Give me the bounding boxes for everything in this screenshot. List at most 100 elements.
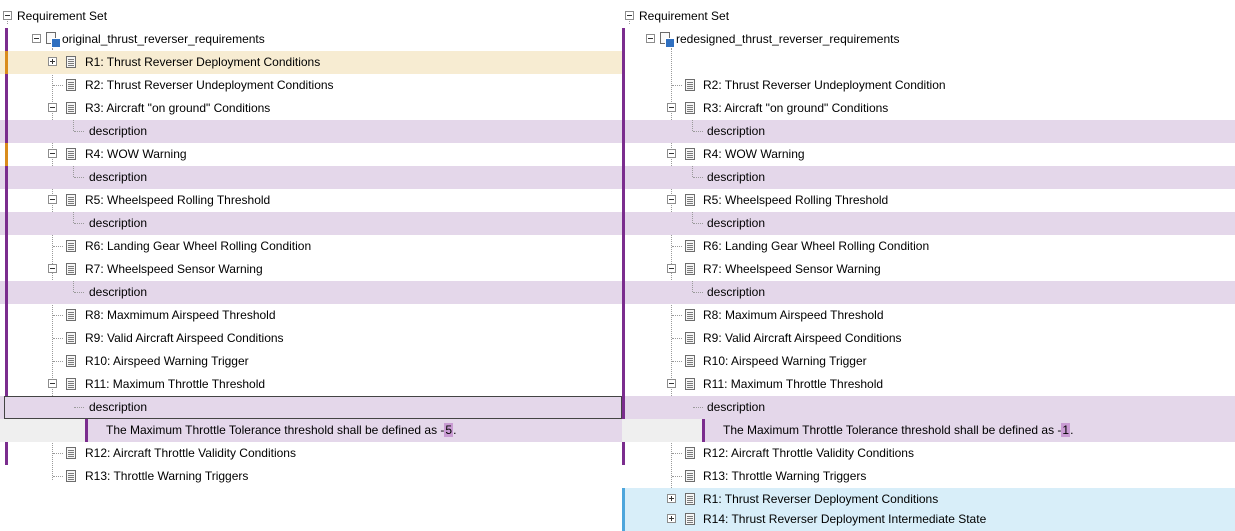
tree-connector: [53, 246, 63, 247]
description-detail-row[interactable]: The Maximum Throttle Tolerance threshold…: [622, 419, 1235, 442]
requirement-row-r10[interactable]: R10: Airspeed Warning Trigger: [622, 350, 1235, 373]
description-row[interactable]: description: [622, 281, 1235, 304]
description-row[interactable]: description: [0, 281, 622, 304]
collapse-icon[interactable]: [48, 379, 57, 388]
requirement-icon: [685, 332, 695, 344]
description-row[interactable]: description: [0, 166, 622, 189]
collapse-icon[interactable]: [48, 149, 57, 158]
requirement-set-icon: [660, 32, 675, 48]
requirement-row-r14[interactable]: R14: Thrust Reverser Deployment Intermed…: [622, 508, 1235, 531]
tree-row-requirement-set[interactable]: original_thrust_reverser_requirements: [0, 28, 622, 51]
requirement-row-r11[interactable]: R11: Maximum Throttle Threshold: [622, 373, 1235, 396]
tree-connector: [692, 166, 693, 177]
description-label: description: [89, 170, 148, 184]
description-row[interactable]: description: [622, 212, 1235, 235]
change-marker: [622, 281, 625, 304]
collapse-icon[interactable]: [646, 34, 655, 43]
requirement-row-r3[interactable]: R3: Aircraft "on ground" Conditions: [0, 97, 622, 120]
description-row[interactable]: description: [0, 212, 622, 235]
collapse-icon[interactable]: [48, 103, 57, 112]
requirement-row-r5[interactable]: R5: Wheelspeed Rolling Threshold: [0, 189, 622, 212]
requirement-row-r13[interactable]: R13: Throttle Warning Triggers: [622, 465, 1235, 488]
tree-connector: [74, 177, 84, 178]
requirement-label: R11: Maximum Throttle Threshold: [703, 377, 884, 391]
requirement-icon: [66, 355, 76, 367]
requirement-icon: [66, 470, 76, 482]
description-row[interactable]: description: [622, 120, 1235, 143]
requirement-row-r12[interactable]: R12: Aircraft Throttle Validity Conditio…: [622, 442, 1235, 465]
description-label: description: [707, 216, 766, 230]
requirement-row-r13[interactable]: R13: Throttle Warning Triggers: [0, 465, 622, 488]
tree-connector: [692, 120, 693, 131]
requirement-label: R5: Wheelspeed Rolling Threshold: [703, 193, 889, 207]
tree-connector: [693, 131, 703, 132]
description-detail-row[interactable]: The Maximum Throttle Tolerance threshold…: [0, 419, 622, 442]
requirement-row-r2[interactable]: R2: Thrust Reverser Undeployment Conditi…: [622, 74, 1235, 97]
tree-connector: [53, 315, 63, 316]
requirement-icon: [66, 56, 76, 68]
requirement-set-icon: [46, 32, 61, 48]
change-marker: [5, 373, 8, 396]
collapse-icon[interactable]: [48, 195, 57, 204]
requirement-row-r1[interactable]: R1: Thrust Reverser Deployment Condition…: [0, 51, 622, 74]
requirement-row-r6[interactable]: R6: Landing Gear Wheel Rolling Condition: [622, 235, 1235, 258]
requirement-label: R13: Throttle Warning Triggers: [85, 469, 249, 483]
collapse-icon[interactable]: [625, 11, 634, 20]
tree-row-root[interactable]: Requirement Set: [622, 5, 1235, 28]
requirement-icon: [685, 378, 695, 390]
requirement-row-r8[interactable]: R8: Maximum Airspeed Threshold: [622, 304, 1235, 327]
collapse-icon[interactable]: [32, 34, 41, 43]
requirement-row-r7[interactable]: R7: Wheelspeed Sensor Warning: [622, 258, 1235, 281]
change-marker: [622, 235, 625, 258]
requirement-row-r10[interactable]: R10: Airspeed Warning Trigger: [0, 350, 622, 373]
requirement-row-r12[interactable]: R12: Aircraft Throttle Validity Conditio…: [0, 442, 622, 465]
collapse-icon[interactable]: [48, 264, 57, 273]
tree-connector: [74, 292, 84, 293]
requirement-icon: [685, 447, 695, 459]
change-marker: [622, 74, 625, 97]
description-row[interactable]: description: [0, 120, 622, 143]
collapse-icon[interactable]: [667, 379, 676, 388]
requirement-row-r7[interactable]: R7: Wheelspeed Sensor Warning: [0, 258, 622, 281]
requirement-row-r8[interactable]: R8: Maxmimum Airspeed Threshold: [0, 304, 622, 327]
expand-icon[interactable]: [667, 494, 676, 503]
change-marker: [622, 396, 625, 419]
tree-row-requirement-set[interactable]: redesigned_thrust_reverser_requirements: [622, 28, 1235, 51]
requirement-icon: [66, 309, 76, 321]
description-row[interactable]: description: [622, 396, 1235, 419]
requirement-row-r2[interactable]: R2: Thrust Reverser Undeployment Conditi…: [0, 74, 622, 97]
tree-connector: [672, 246, 682, 247]
collapse-icon[interactable]: [667, 264, 676, 273]
change-marker: [5, 120, 8, 143]
tree-connector: [73, 281, 74, 292]
description-row-selected[interactable]: description: [0, 396, 622, 419]
requirement-row-r11[interactable]: R11: Maximum Throttle Threshold: [0, 373, 622, 396]
requirement-row-r4[interactable]: R4: WOW Warning: [0, 143, 622, 166]
root-label: Requirement Set: [17, 9, 108, 23]
collapse-icon[interactable]: [667, 195, 676, 204]
requirement-row-r9[interactable]: R9: Valid Aircraft Airspeed Conditions: [622, 327, 1235, 350]
requirement-row-r9[interactable]: R9: Valid Aircraft Airspeed Conditions: [0, 327, 622, 350]
requirement-label: R7: Wheelspeed Sensor Warning: [703, 262, 881, 276]
tree-connector: [53, 453, 63, 454]
requirement-icon: [685, 79, 695, 91]
tree-connector: [53, 338, 63, 339]
requirement-row-r5[interactable]: R5: Wheelspeed Rolling Threshold: [622, 189, 1235, 212]
expand-icon[interactable]: [48, 57, 57, 66]
requirement-row-r4[interactable]: R4: WOW Warning: [622, 143, 1235, 166]
change-marker: [622, 373, 625, 396]
requirement-row-r3[interactable]: R3: Aircraft "on ground" Conditions: [622, 97, 1235, 120]
changed-value: 5: [444, 423, 454, 437]
description-label: description: [89, 124, 148, 138]
expand-icon[interactable]: [667, 514, 676, 523]
requirement-icon: [66, 240, 76, 252]
collapse-icon[interactable]: [3, 11, 12, 20]
description-row[interactable]: description: [622, 166, 1235, 189]
collapse-icon[interactable]: [667, 103, 676, 112]
description-text: The Maximum Throttle Tolerance threshold…: [723, 423, 1074, 437]
collapse-icon[interactable]: [667, 149, 676, 158]
requirement-label: R3: Aircraft "on ground" Conditions: [703, 101, 889, 115]
requirement-label: R2: Thrust Reverser Undeployment Conditi…: [85, 78, 334, 92]
tree-row-root[interactable]: Requirement Set: [0, 5, 622, 28]
requirement-row-r6[interactable]: R6: Landing Gear Wheel Rolling Condition: [0, 235, 622, 258]
